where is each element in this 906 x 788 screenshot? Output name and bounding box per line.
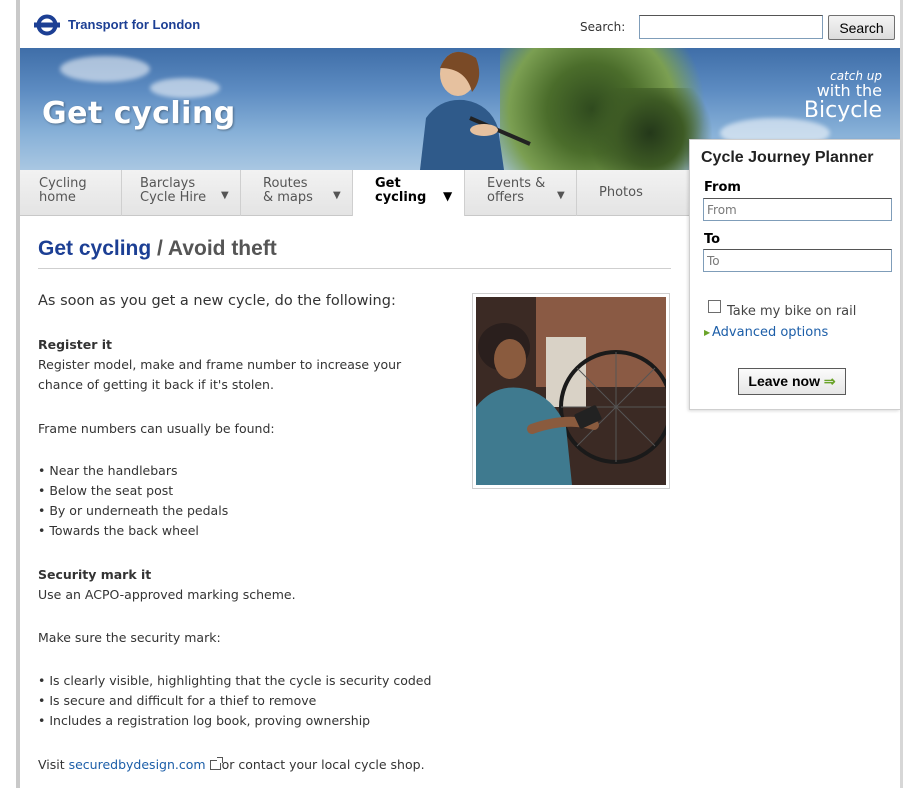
arrow-right-icon: ⇒ [823, 373, 836, 389]
triangle-right-icon: ▶ [704, 328, 711, 337]
banner-title: Get cycling [42, 96, 236, 131]
nav-item-label: Routes [263, 176, 308, 191]
chevron-down-icon: ▼ [333, 190, 341, 201]
visit-text: Visit securedbydesign.com or contact your… [38, 757, 425, 772]
title-divider [38, 268, 671, 269]
tfl-roundel-icon[interactable] [34, 14, 60, 36]
from-field[interactable] [703, 198, 892, 221]
top-bar: Transport for London Search: Search [20, 0, 900, 48]
chevron-down-icon: ▼ [557, 190, 565, 201]
photo-frame [472, 293, 670, 489]
body-text: Register model, make and frame number to… [38, 357, 402, 372]
nav-item-label: Photos [599, 185, 643, 200]
page-title: Get cycling / Avoid theft [38, 237, 277, 261]
cloud-decoration [150, 78, 220, 98]
list-item: • Is secure and difficult for a thief to… [38, 693, 317, 708]
list-item: • Below the seat post [38, 483, 174, 498]
register-heading: Register it [38, 337, 113, 352]
nav-item-label: home [39, 190, 76, 205]
search-input[interactable] [639, 15, 823, 39]
visit-suffix: or contact your local cycle shop. [221, 757, 425, 772]
advanced-options-link[interactable]: Advanced options [712, 325, 828, 340]
nav-item-label: Cycling [39, 176, 87, 191]
cloud-decoration [60, 56, 150, 82]
take-bike-on-rail-label[interactable]: Take my bike on rail [727, 304, 856, 319]
page-title-text: / Avoid theft [151, 237, 277, 260]
page: Transport for London Search: Search Get … [0, 0, 906, 788]
breadcrumb-get-cycling-link[interactable]: Get cycling [38, 237, 151, 260]
visit-prefix: Visit [38, 757, 69, 772]
external-link-icon [209, 757, 223, 770]
main-nav: Cycling home Barclays Cycle Hire ▼ Route… [20, 170, 689, 216]
catchup-line: Bicycle [803, 98, 882, 123]
chevron-down-icon: ▼ [443, 189, 453, 203]
bike-security-photo [476, 297, 666, 485]
body-text: Frame numbers can usually be found: [38, 421, 275, 436]
catchup-logo: catch up with the Bicycle [804, 70, 882, 123]
cycle-journey-planner: Cycle Journey Planner From To Take my bi… [689, 139, 900, 410]
security-heading: Security mark it [38, 567, 152, 582]
body-text: chance of getting it back if it's stolen… [38, 377, 274, 392]
list-item: • Towards the back wheel [38, 523, 199, 538]
catchup-line: with the [816, 81, 882, 100]
search-label: Search: [580, 20, 626, 34]
nav-item-routes-maps[interactable]: Routes & maps ▼ [241, 170, 353, 216]
list-item: • By or underneath the pedals [38, 503, 229, 518]
nav-item-cycling-home[interactable]: Cycling home [20, 170, 122, 216]
planner-title: Cycle Journey Planner [701, 149, 874, 166]
body-text: Make sure the security mark: [38, 630, 221, 645]
list-item: • Near the handlebars [38, 463, 178, 478]
nav-item-photos[interactable]: Photos [577, 170, 689, 216]
body-text: Use an ACPO-approved marking scheme. [38, 587, 296, 602]
take-bike-on-rail-checkbox[interactable] [708, 300, 721, 313]
nav-item-label: Barclays [140, 176, 196, 191]
search-button[interactable]: Search [828, 15, 895, 40]
cyclist-image [420, 51, 531, 170]
list-item: • Includes a registration log book, prov… [38, 713, 371, 728]
right-border [900, 0, 903, 788]
nav-item-events-offers[interactable]: Events & offers ▼ [465, 170, 577, 216]
securedbydesign-link[interactable]: securedbydesign.com [69, 757, 206, 772]
nav-item-label: Events & [487, 176, 546, 191]
photo-illustration [476, 297, 666, 485]
intro-text: As soon as you get a new cycle, do the f… [38, 293, 396, 309]
to-label: To [704, 232, 721, 247]
to-field[interactable] [703, 249, 892, 272]
leave-now-button[interactable]: Leave now ⇒ [738, 368, 846, 395]
from-label: From [704, 180, 741, 195]
brand-name[interactable]: Transport for London [68, 17, 200, 32]
leave-now-label: Leave now [748, 373, 820, 389]
nav-item-barclays-cycle-hire[interactable]: Barclays Cycle Hire ▼ [122, 170, 241, 216]
chevron-down-icon: ▼ [221, 190, 229, 201]
nav-item-get-cycling[interactable]: Get cycling ▼ [353, 170, 465, 216]
list-item: • Is clearly visible, highlighting that … [38, 673, 432, 688]
